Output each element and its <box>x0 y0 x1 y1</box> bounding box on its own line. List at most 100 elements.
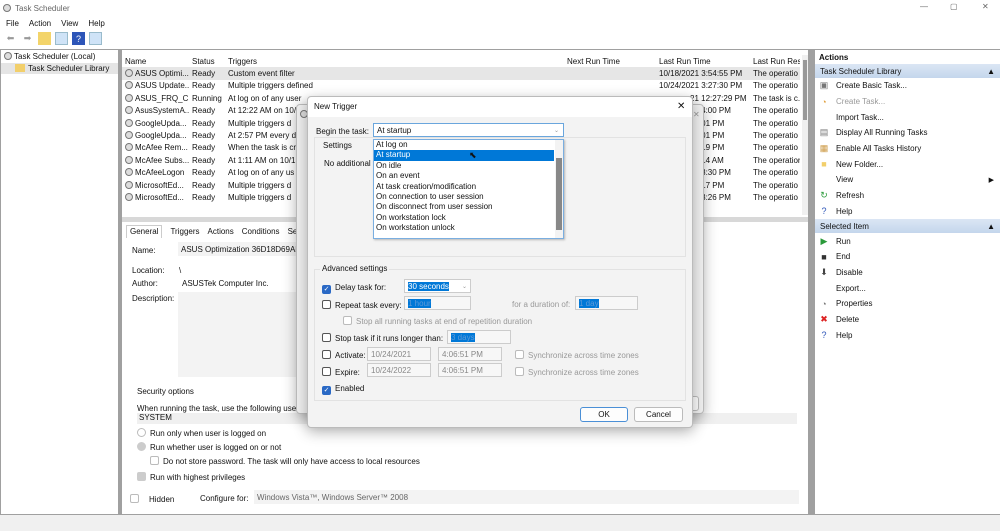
cell-text: Ready <box>192 180 216 190</box>
col-next-run[interactable]: Next Run Time <box>564 55 656 67</box>
action-properties[interactable]: ◔ Properties <box>815 296 1000 312</box>
actions-header: Actions <box>819 53 849 62</box>
checkbox-activate[interactable]: Activate: <box>322 350 366 360</box>
duration-select[interactable]: 1 day <box>575 296 638 310</box>
activate-time[interactable]: 4:06:51 PM <box>438 347 502 361</box>
checkbox-repeat-task[interactable]: Repeat task every: <box>322 300 402 310</box>
maximize-button[interactable]: ▢ <box>950 2 958 11</box>
menu-action[interactable]: Action <box>29 19 51 28</box>
collapse-icon[interactable]: ▲ <box>987 222 995 231</box>
checkbox-sync-activate[interactable]: Synchronize across time zones <box>515 350 639 360</box>
table-cell: The operatio <box>750 67 800 79</box>
up-folder-icon[interactable] <box>38 32 51 45</box>
action-delete[interactable]: ✖ Delete <box>815 312 1000 328</box>
dropdown-option[interactable]: On disconnect from user session <box>374 202 554 212</box>
action-enable-all-tasks-history[interactable]: ▦ Enable All Tasks History <box>815 141 1000 157</box>
table-cell: Running <box>189 92 225 104</box>
cancel-button[interactable]: Cancel <box>634 407 683 422</box>
section-task-scheduler-library[interactable]: Task Scheduler Library ▲ <box>815 64 1000 78</box>
col-triggers[interactable]: Triggers <box>225 55 564 67</box>
tab-general[interactable]: General <box>126 225 163 238</box>
radio-run-logged-on[interactable]: Run only when user is logged on <box>137 428 266 438</box>
col-name[interactable]: Name <box>122 55 189 67</box>
minimize-button[interactable]: — <box>920 2 928 11</box>
cell-text: At 12:22 AM on 10/ <box>228 106 297 116</box>
dropdown-option[interactable]: On idle <box>374 161 554 171</box>
action-end[interactable]: ■ End <box>815 249 1000 265</box>
radio-run-whether[interactable]: Run whether user is logged on or not <box>137 442 281 452</box>
checkbox-highest-privileges[interactable]: Run with highest privileges <box>137 472 245 482</box>
tab-triggers[interactable]: Triggers <box>170 225 199 238</box>
stop-duration-select[interactable]: 3 days <box>447 330 511 344</box>
repeat-value: 1 hour <box>408 298 431 308</box>
checkbox-do-not-store[interactable]: Do not store password. The task will onl… <box>150 456 420 466</box>
checkbox-stop-longer[interactable]: Stop task if it runs longer than: <box>322 333 443 343</box>
activate-date[interactable]: 10/24/2021 <box>367 347 431 361</box>
dropdown-option[interactable]: On workstation unlock <box>374 223 554 233</box>
dropdown-option[interactable]: At startup <box>374 150 554 161</box>
action-new-folder[interactable]: ■ New Folder... <box>815 156 1000 172</box>
tab-conditions[interactable]: Conditions <box>242 225 280 238</box>
dropdown-option[interactable]: At task creation/modification <box>374 182 554 192</box>
window-title: Task Scheduler <box>15 4 70 13</box>
begin-task-select[interactable]: At startup ⌄ <box>373 123 564 137</box>
table-row[interactable]: ASUS Optimi... Ready Custom event filter 10… <box>122 67 800 80</box>
forward-arrow-icon[interactable]: ➡ <box>21 32 34 45</box>
action-create-task[interactable]: ◔ Create Task... <box>815 94 1000 110</box>
ok-button[interactable]: OK <box>580 407 628 422</box>
list-scrollbar[interactable] <box>802 55 808 215</box>
checkbox-delay-task[interactable]: ✓ Delay task for: <box>322 283 386 294</box>
action-label: Refresh <box>836 191 865 201</box>
tree-item-library[interactable]: Task Scheduler Library <box>1 63 118 74</box>
action-disable[interactable]: ⬇ Disable <box>815 265 1000 281</box>
help-icon: ? <box>821 206 827 217</box>
dropdown-scrollbar[interactable] <box>555 140 563 238</box>
section-selected-item[interactable]: Selected Item ▲ <box>815 219 1000 234</box>
action-create-basic-task[interactable]: ▣ Create Basic Task... <box>815 78 1000 94</box>
properties-close-button[interactable]: ✕ <box>693 110 700 119</box>
action-help[interactable]: ? Help <box>815 204 1000 220</box>
expire-date[interactable]: 10/24/2022 <box>367 363 431 377</box>
action-export[interactable]: Export... <box>815 280 1000 296</box>
menu-view[interactable]: View <box>61 19 78 28</box>
dropdown-option[interactable]: On connection to user session <box>374 192 554 202</box>
close-button[interactable]: ✕ <box>982 2 989 11</box>
col-status[interactable]: Status <box>189 55 225 67</box>
expire-time[interactable]: 4:06:51 PM <box>438 363 502 377</box>
task-clock-icon <box>125 192 133 201</box>
action-refresh[interactable]: ↻ Refresh <box>815 188 1000 204</box>
dropdown-option[interactable]: At log on <box>374 140 554 150</box>
tab-actions[interactable]: Actions <box>208 225 234 238</box>
dropdown-option[interactable]: On workstation lock <box>374 213 554 223</box>
configure-for-select[interactable]: Windows Vista™, Windows Server™ 2008 <box>254 490 799 504</box>
dialog-close-button[interactable]: ✕ <box>677 101 685 112</box>
col-last-run[interactable]: Last Run Time <box>656 55 750 67</box>
action-import-task[interactable]: Import Task... <box>815 109 1000 125</box>
action-display-all-running-tasks[interactable]: ▤ Display All Running Tasks <box>815 125 1000 141</box>
tree-root[interactable]: Task Scheduler (Local) <box>1 50 118 63</box>
menu-help[interactable]: Help <box>88 19 104 28</box>
table-row[interactable]: ASUS Update... Ready Multiple triggers def… <box>122 80 800 92</box>
collapse-icon[interactable]: ▲ <box>987 67 995 76</box>
dropdown-option[interactable]: On an event <box>374 171 554 181</box>
repeat-select[interactable]: 1 hour <box>404 296 471 310</box>
show-hide-action-pane-icon[interactable] <box>89 32 102 45</box>
clock-icon <box>4 52 12 60</box>
action-run[interactable]: ▶ Run <box>815 233 1000 249</box>
checkbox-hidden[interactable]: Hidden <box>130 494 174 504</box>
action-help[interactable]: ? Help <box>815 327 1000 343</box>
checkbox-expire[interactable]: Expire: <box>322 367 360 377</box>
menu-file[interactable]: File <box>6 19 19 28</box>
tree-library-label: Task Scheduler Library <box>28 64 110 73</box>
task-list-header: Name Status Triggers Next Run Time Last … <box>122 55 800 67</box>
help-icon[interactable]: ? <box>72 32 85 45</box>
checkbox-sync-expire[interactable]: Synchronize across time zones <box>515 367 639 377</box>
back-arrow-icon[interactable]: ⬅ <box>4 32 17 45</box>
action-view[interactable]: View ▶ <box>815 172 1000 188</box>
checkbox-enabled[interactable]: ✓ Enabled <box>322 384 364 395</box>
dialog-title-bar: New Trigger ✕ <box>308 97 692 117</box>
col-last-result[interactable]: Last Run Res <box>750 55 800 67</box>
checkbox-stop-all[interactable]: Stop all running tasks at end of repetit… <box>343 316 532 326</box>
delay-select[interactable]: 30 seconds ⌄ <box>404 279 471 293</box>
show-hide-console-tree-icon[interactable] <box>55 32 68 45</box>
